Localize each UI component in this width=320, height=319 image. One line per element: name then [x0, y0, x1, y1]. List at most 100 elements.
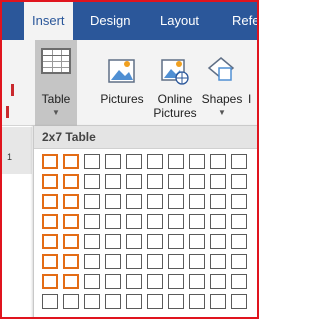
table-grid-cell[interactable] [168, 214, 184, 229]
table-grid-cell[interactable] [84, 234, 100, 249]
table-grid-cell[interactable] [42, 214, 58, 229]
table-grid-cell[interactable] [189, 214, 205, 229]
table-grid-cell[interactable] [168, 174, 184, 189]
table-grid-cell[interactable] [126, 234, 142, 249]
table-size-header: 2x7 Table [34, 126, 257, 149]
table-grid-cell[interactable] [126, 174, 142, 189]
table-grid-cell[interactable] [210, 254, 226, 269]
table-grid-cell[interactable] [42, 174, 58, 189]
table-grid-cell[interactable] [231, 154, 247, 169]
table-grid-cell[interactable] [231, 194, 247, 209]
table-grid-cell[interactable] [168, 234, 184, 249]
table-grid-cell[interactable] [210, 274, 226, 289]
shapes-icon [207, 57, 235, 81]
table-grid-cell[interactable] [189, 294, 205, 309]
table-grid-cell[interactable] [63, 274, 79, 289]
table-grid-cell[interactable] [210, 214, 226, 229]
table-grid-cell[interactable] [42, 154, 58, 169]
table-grid-cell[interactable] [84, 294, 100, 309]
table-grid-cell[interactable] [105, 234, 121, 249]
table-grid-cell[interactable] [189, 194, 205, 209]
table-grid-cell[interactable] [63, 214, 79, 229]
table-grid-cell[interactable] [63, 174, 79, 189]
table-grid-cell[interactable] [231, 274, 247, 289]
margin-mark [6, 106, 9, 118]
table-grid-cell[interactable] [168, 274, 184, 289]
table-grid-cell[interactable] [42, 254, 58, 269]
table-grid-cell[interactable] [63, 154, 79, 169]
table-grid-cell[interactable] [105, 154, 121, 169]
table-grid-cell[interactable] [168, 194, 184, 209]
table-icon [41, 48, 71, 74]
pictures-button[interactable]: Pictures [94, 40, 150, 126]
table-grid-cell[interactable] [105, 254, 121, 269]
table-grid-cell[interactable] [105, 194, 121, 209]
table-grid-cell[interactable] [42, 234, 58, 249]
tab-references[interactable]: Refe [232, 2, 257, 40]
table-grid-cell[interactable] [84, 174, 100, 189]
table-grid-cell[interactable] [147, 154, 163, 169]
table-grid-cell[interactable] [210, 194, 226, 209]
tab-layout[interactable]: Layout [160, 2, 199, 40]
table-grid-cell[interactable] [63, 294, 79, 309]
online-pictures-button[interactable]: Online Pictures [150, 40, 200, 126]
table-grid-cell[interactable] [231, 254, 247, 269]
partial-command-label[interactable]: I [248, 92, 251, 106]
table-grid-cell[interactable] [147, 274, 163, 289]
table-grid-cell[interactable] [105, 214, 121, 229]
table-grid-cell[interactable] [84, 274, 100, 289]
table-grid-cell[interactable] [126, 274, 142, 289]
table-grid-cell[interactable] [42, 194, 58, 209]
table-grid-cell[interactable] [189, 274, 205, 289]
table-grid-cell[interactable] [147, 194, 163, 209]
table-grid-cell[interactable] [231, 174, 247, 189]
table-grid-cell[interactable] [105, 174, 121, 189]
table-grid-cell[interactable] [84, 214, 100, 229]
table-grid-cell[interactable] [126, 154, 142, 169]
table-grid-cell[interactable] [63, 234, 79, 249]
tab-design[interactable]: Design [90, 2, 130, 40]
table-grid-cell[interactable] [147, 294, 163, 309]
table-grid-cell[interactable] [231, 234, 247, 249]
table-grid-cell[interactable] [147, 214, 163, 229]
table-grid-cell[interactable] [231, 214, 247, 229]
online-pictures-icon [161, 59, 189, 85]
table-grid-cell[interactable] [189, 174, 205, 189]
table-grid-cell[interactable] [189, 154, 205, 169]
pictures-icon [108, 59, 135, 83]
table-grid-cell[interactable] [126, 294, 142, 309]
table-grid-cell[interactable] [147, 234, 163, 249]
shapes-button[interactable]: Shapes ▼ [199, 40, 245, 126]
table-grid-cell[interactable] [126, 214, 142, 229]
table-grid-cell[interactable] [189, 234, 205, 249]
table-grid-cell[interactable] [168, 154, 184, 169]
table-grid-cell[interactable] [42, 294, 58, 309]
table-grid-cell[interactable] [210, 154, 226, 169]
table-grid-cell[interactable] [42, 274, 58, 289]
table-grid-cell[interactable] [84, 194, 100, 209]
table-grid-cell[interactable] [168, 254, 184, 269]
table-grid-cell[interactable] [147, 174, 163, 189]
table-grid-cell[interactable] [84, 154, 100, 169]
table-grid-cell[interactable] [210, 234, 226, 249]
table-grid-cell[interactable] [105, 294, 121, 309]
table-grid-cell[interactable] [210, 294, 226, 309]
table-grid-cell[interactable] [126, 254, 142, 269]
table-button[interactable]: Table ▼ [35, 40, 77, 126]
table-grid-cell[interactable] [84, 254, 100, 269]
insert-table-dropdown: 2x7 Table [33, 126, 257, 317]
online-pictures-label-line1: Online [157, 92, 193, 106]
table-grid-cell[interactable] [210, 174, 226, 189]
table-grid-cell[interactable] [189, 254, 205, 269]
tab-insert[interactable]: Insert [24, 2, 73, 40]
ribbon: Table ▼ Pictures Online Pictures Shapes … [2, 40, 257, 126]
margin-mark [11, 84, 14, 96]
table-grid-cell[interactable] [63, 194, 79, 209]
table-grid-cell[interactable] [105, 274, 121, 289]
table-grid-cell[interactable] [63, 254, 79, 269]
table-grid-cell[interactable] [168, 294, 184, 309]
table-grid-cell[interactable] [231, 294, 247, 309]
table-grid-cell[interactable] [126, 194, 142, 209]
chevron-down-icon: ▼ [218, 108, 226, 117]
table-grid-cell[interactable] [147, 254, 163, 269]
